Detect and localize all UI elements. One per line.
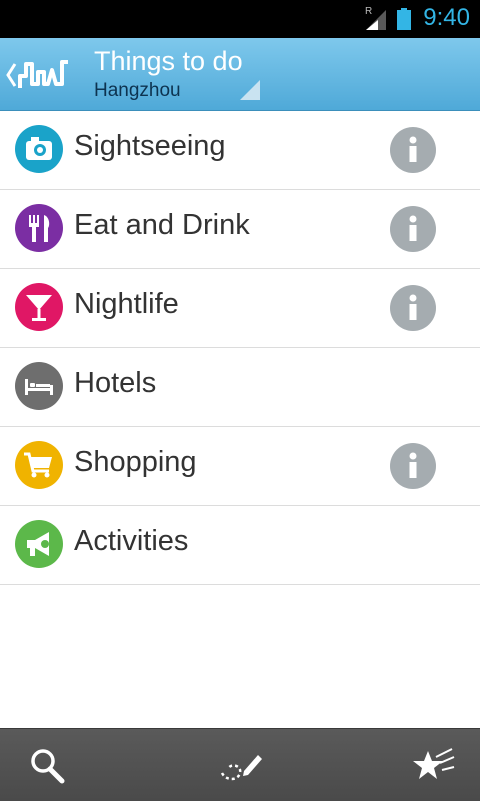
battery-icon [397,8,411,30]
city-skyline-icon [18,60,68,88]
status-bar: R 9:40 [0,0,480,38]
favorites-button[interactable] [410,743,458,787]
favorites-star-icon [413,748,455,779]
list-item-eat-and-drink[interactable]: Eat and Drink [0,190,480,269]
list-item-shopping[interactable]: Shopping [0,427,480,506]
home-up-button[interactable] [0,38,80,110]
bottom-bar [0,728,480,801]
list-item-activities[interactable]: Activities [0,506,480,585]
list-item-label: Nightlife [74,288,179,320]
page-title: Things to do [94,46,243,76]
list-item-hotels[interactable]: Hotels [0,348,480,427]
fork-knife-icon [15,204,63,252]
info-button[interactable] [390,285,436,331]
search-button[interactable] [24,743,72,787]
cocktail-icon [15,283,63,331]
draw-route-button[interactable] [216,743,264,787]
city-subtitle[interactable]: Hangzhou [94,80,181,102]
info-button[interactable] [390,443,436,489]
dropdown-corner-icon[interactable] [240,80,260,100]
action-bar: Things to do Hangzhou [0,38,480,111]
info-icon [409,136,417,162]
chevron-left-icon [6,63,17,87]
info-button[interactable] [390,206,436,252]
info-button[interactable] [390,127,436,173]
camera-icon [15,125,63,173]
draw-route-icon [220,755,262,781]
category-list: Sightseeing Eat and Drink Nightlife Hote… [0,111,480,585]
megaphone-icon [15,520,63,568]
list-item-label: Hotels [74,367,157,399]
info-icon [409,215,417,241]
list-item-label: Shopping [74,446,197,478]
list-item-label: Activities [74,525,189,557]
signal-icon [366,10,386,30]
shopping-cart-icon [15,441,63,489]
search-icon [31,749,65,784]
list-item-sightseeing[interactable]: Sightseeing [0,111,480,190]
info-icon [409,294,417,320]
info-icon [409,452,417,478]
bed-icon [15,362,63,410]
list-item-label: Eat and Drink [74,209,250,241]
list-item-nightlife[interactable]: Nightlife [0,269,480,348]
list-item-label: Sightseeing [74,130,226,162]
status-time: 9:40 [423,4,470,31]
